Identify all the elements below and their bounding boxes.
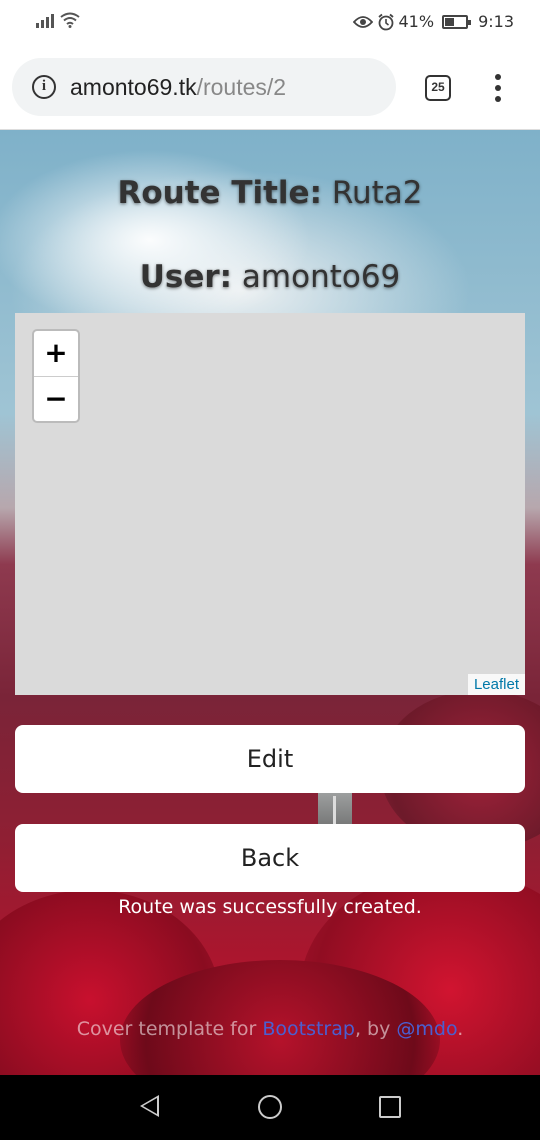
clock: 9:13 [478, 12, 514, 31]
tabs-icon[interactable]: 25 [425, 75, 451, 101]
zoom-in-button[interactable]: + [34, 331, 78, 376]
address-bar[interactable]: i amonto69.tk/routes/2 [12, 58, 396, 116]
route-user: User: amonto69 [0, 259, 540, 295]
route-title-label: Route Title: [117, 175, 322, 211]
user-label: User: [139, 259, 233, 295]
battery-percent: 41% [398, 12, 435, 31]
nav-back-icon[interactable] [140, 1095, 159, 1117]
bootstrap-link[interactable]: Bootstrap [262, 1018, 355, 1040]
url-path: /routes/2 [196, 74, 287, 100]
footer: Cover template for Bootstrap, by @mdo. [0, 1018, 540, 1040]
footer-text-end: . [457, 1018, 464, 1040]
battery-icon [442, 14, 472, 29]
wifi-icon [60, 12, 80, 28]
route-map[interactable]: + − Leaflet [15, 313, 525, 695]
route-title: Route Title: Ruta2 [0, 175, 540, 211]
footer-text: Cover template for [76, 1018, 263, 1040]
route-title-value: Ruta2 [331, 175, 423, 211]
info-icon[interactable]: i [32, 75, 56, 99]
leaflet-attribution-link[interactable]: Leaflet [467, 674, 525, 695]
footer-text-by: , by [354, 1018, 397, 1040]
navigation-bar [0, 1075, 540, 1140]
url-domain: amonto69.tk [70, 74, 197, 100]
eye-icon [352, 15, 373, 28]
url-text[interactable]: amonto69.tk/routes/2 [70, 74, 286, 101]
alarm-icon [377, 13, 394, 30]
author-link[interactable]: @mdo [396, 1018, 457, 1040]
edit-button[interactable]: Edit [15, 725, 525, 793]
user-value: amonto69 [241, 259, 401, 295]
status-bar: 41% 9:13 [0, 0, 540, 44]
zoom-control: + − [32, 329, 80, 423]
nav-recent-icon[interactable] [379, 1096, 401, 1118]
flash-message: Route was successfully created. [118, 896, 422, 918]
browser-toolbar: i amonto69.tk/routes/2 25 [0, 44, 540, 130]
overflow-menu-icon[interactable] [490, 74, 506, 104]
back-button[interactable]: Back [15, 824, 525, 892]
nav-home-icon[interactable] [258, 1095, 282, 1119]
page-content: Route Title: Ruta2 User: amonto69 + − Le… [0, 130, 540, 1075]
signal-icon [36, 12, 54, 28]
zoom-out-button[interactable]: − [34, 376, 78, 421]
